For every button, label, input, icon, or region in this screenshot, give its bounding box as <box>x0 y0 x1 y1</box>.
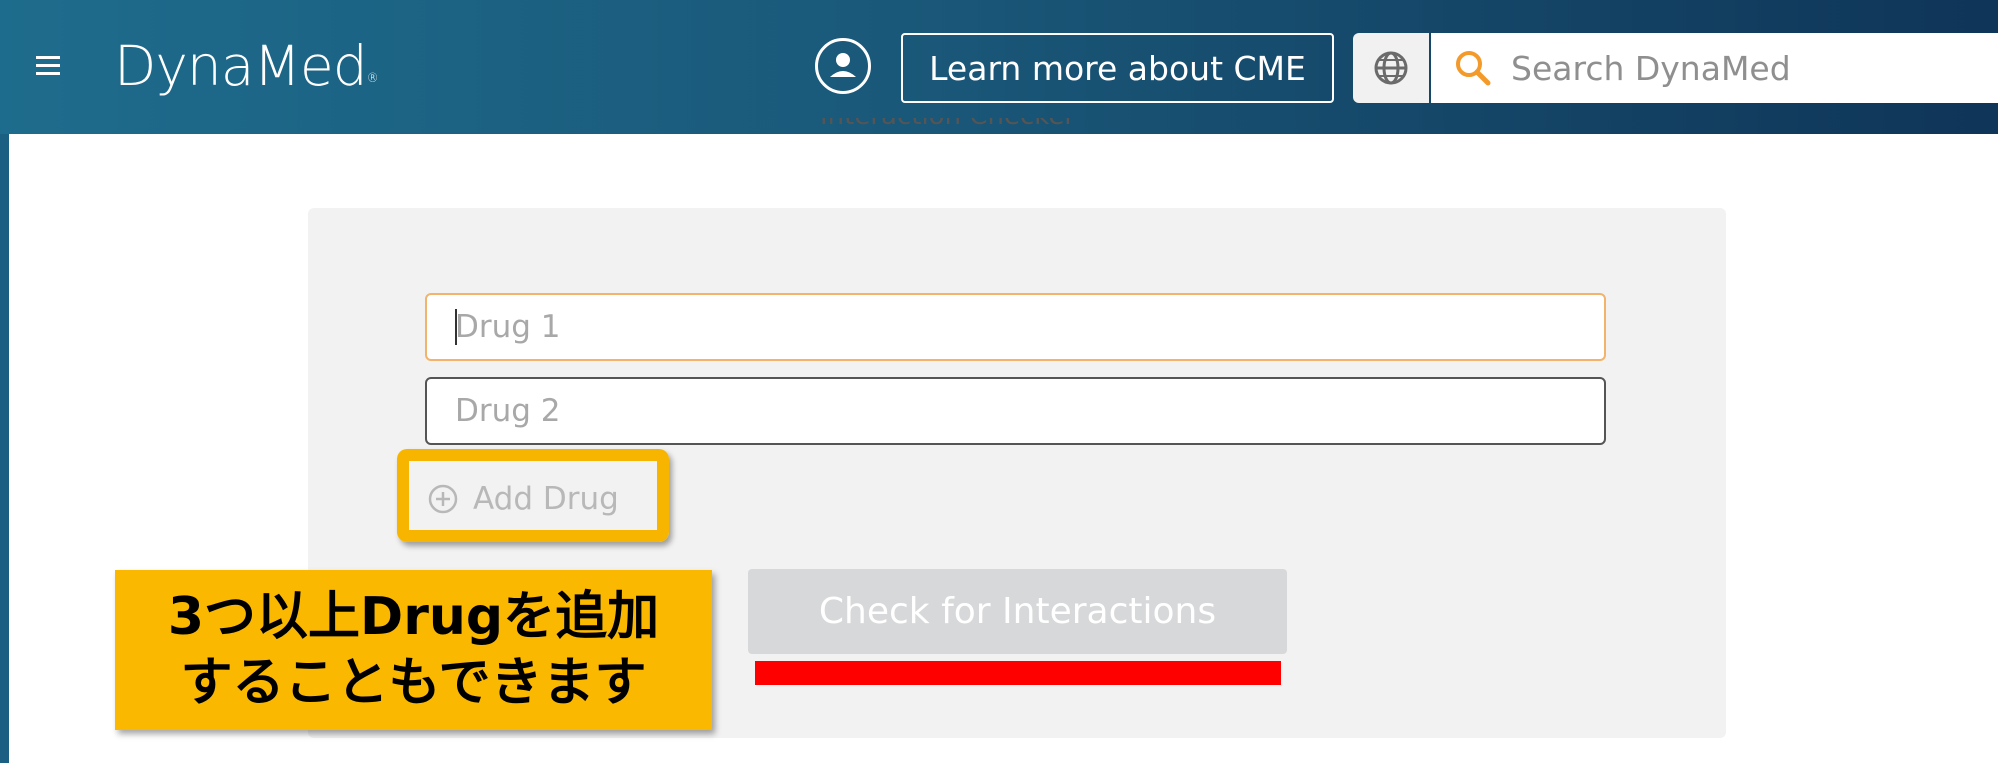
drug-1-input[interactable] <box>425 293 1606 361</box>
text-cursor <box>455 309 457 345</box>
learn-more-cme-button[interactable]: Learn more about CME <box>901 33 1334 103</box>
cme-button-label: Learn more about CME <box>929 48 1306 88</box>
language-button[interactable] <box>1353 33 1429 103</box>
hamburger-menu-icon[interactable] <box>36 50 66 80</box>
check-interactions-button[interactable]: Check for Interactions <box>748 569 1287 654</box>
search-box[interactable]: Search DynaMed <box>1431 33 1998 103</box>
add-drug-highlight-box <box>397 449 669 542</box>
search-input[interactable]: Search DynaMed <box>1511 49 1791 88</box>
logo-text: DynaMed <box>114 34 368 98</box>
red-underline-annotation <box>755 661 1281 685</box>
dynamed-logo[interactable]: DynaMed® <box>114 26 379 106</box>
top-header: DynaMed® Learn more about CME Search Dyn… <box>0 0 1998 134</box>
drug-2-input[interactable] <box>425 377 1606 445</box>
callout-line-1: 3つ以上Drugを追加 <box>167 587 660 647</box>
search-icon <box>1456 51 1491 86</box>
page-heading-clipped: Interaction Checker <box>820 118 1340 134</box>
callout-line-2: することもできます <box>180 653 647 713</box>
annotation-callout: 3つ以上Drugを追加 することもできます <box>115 570 712 730</box>
check-interactions-label: Check for Interactions <box>818 591 1217 632</box>
globe-icon <box>1374 51 1408 85</box>
logo-registered-mark: ® <box>366 71 379 85</box>
user-account-icon[interactable] <box>815 38 871 94</box>
